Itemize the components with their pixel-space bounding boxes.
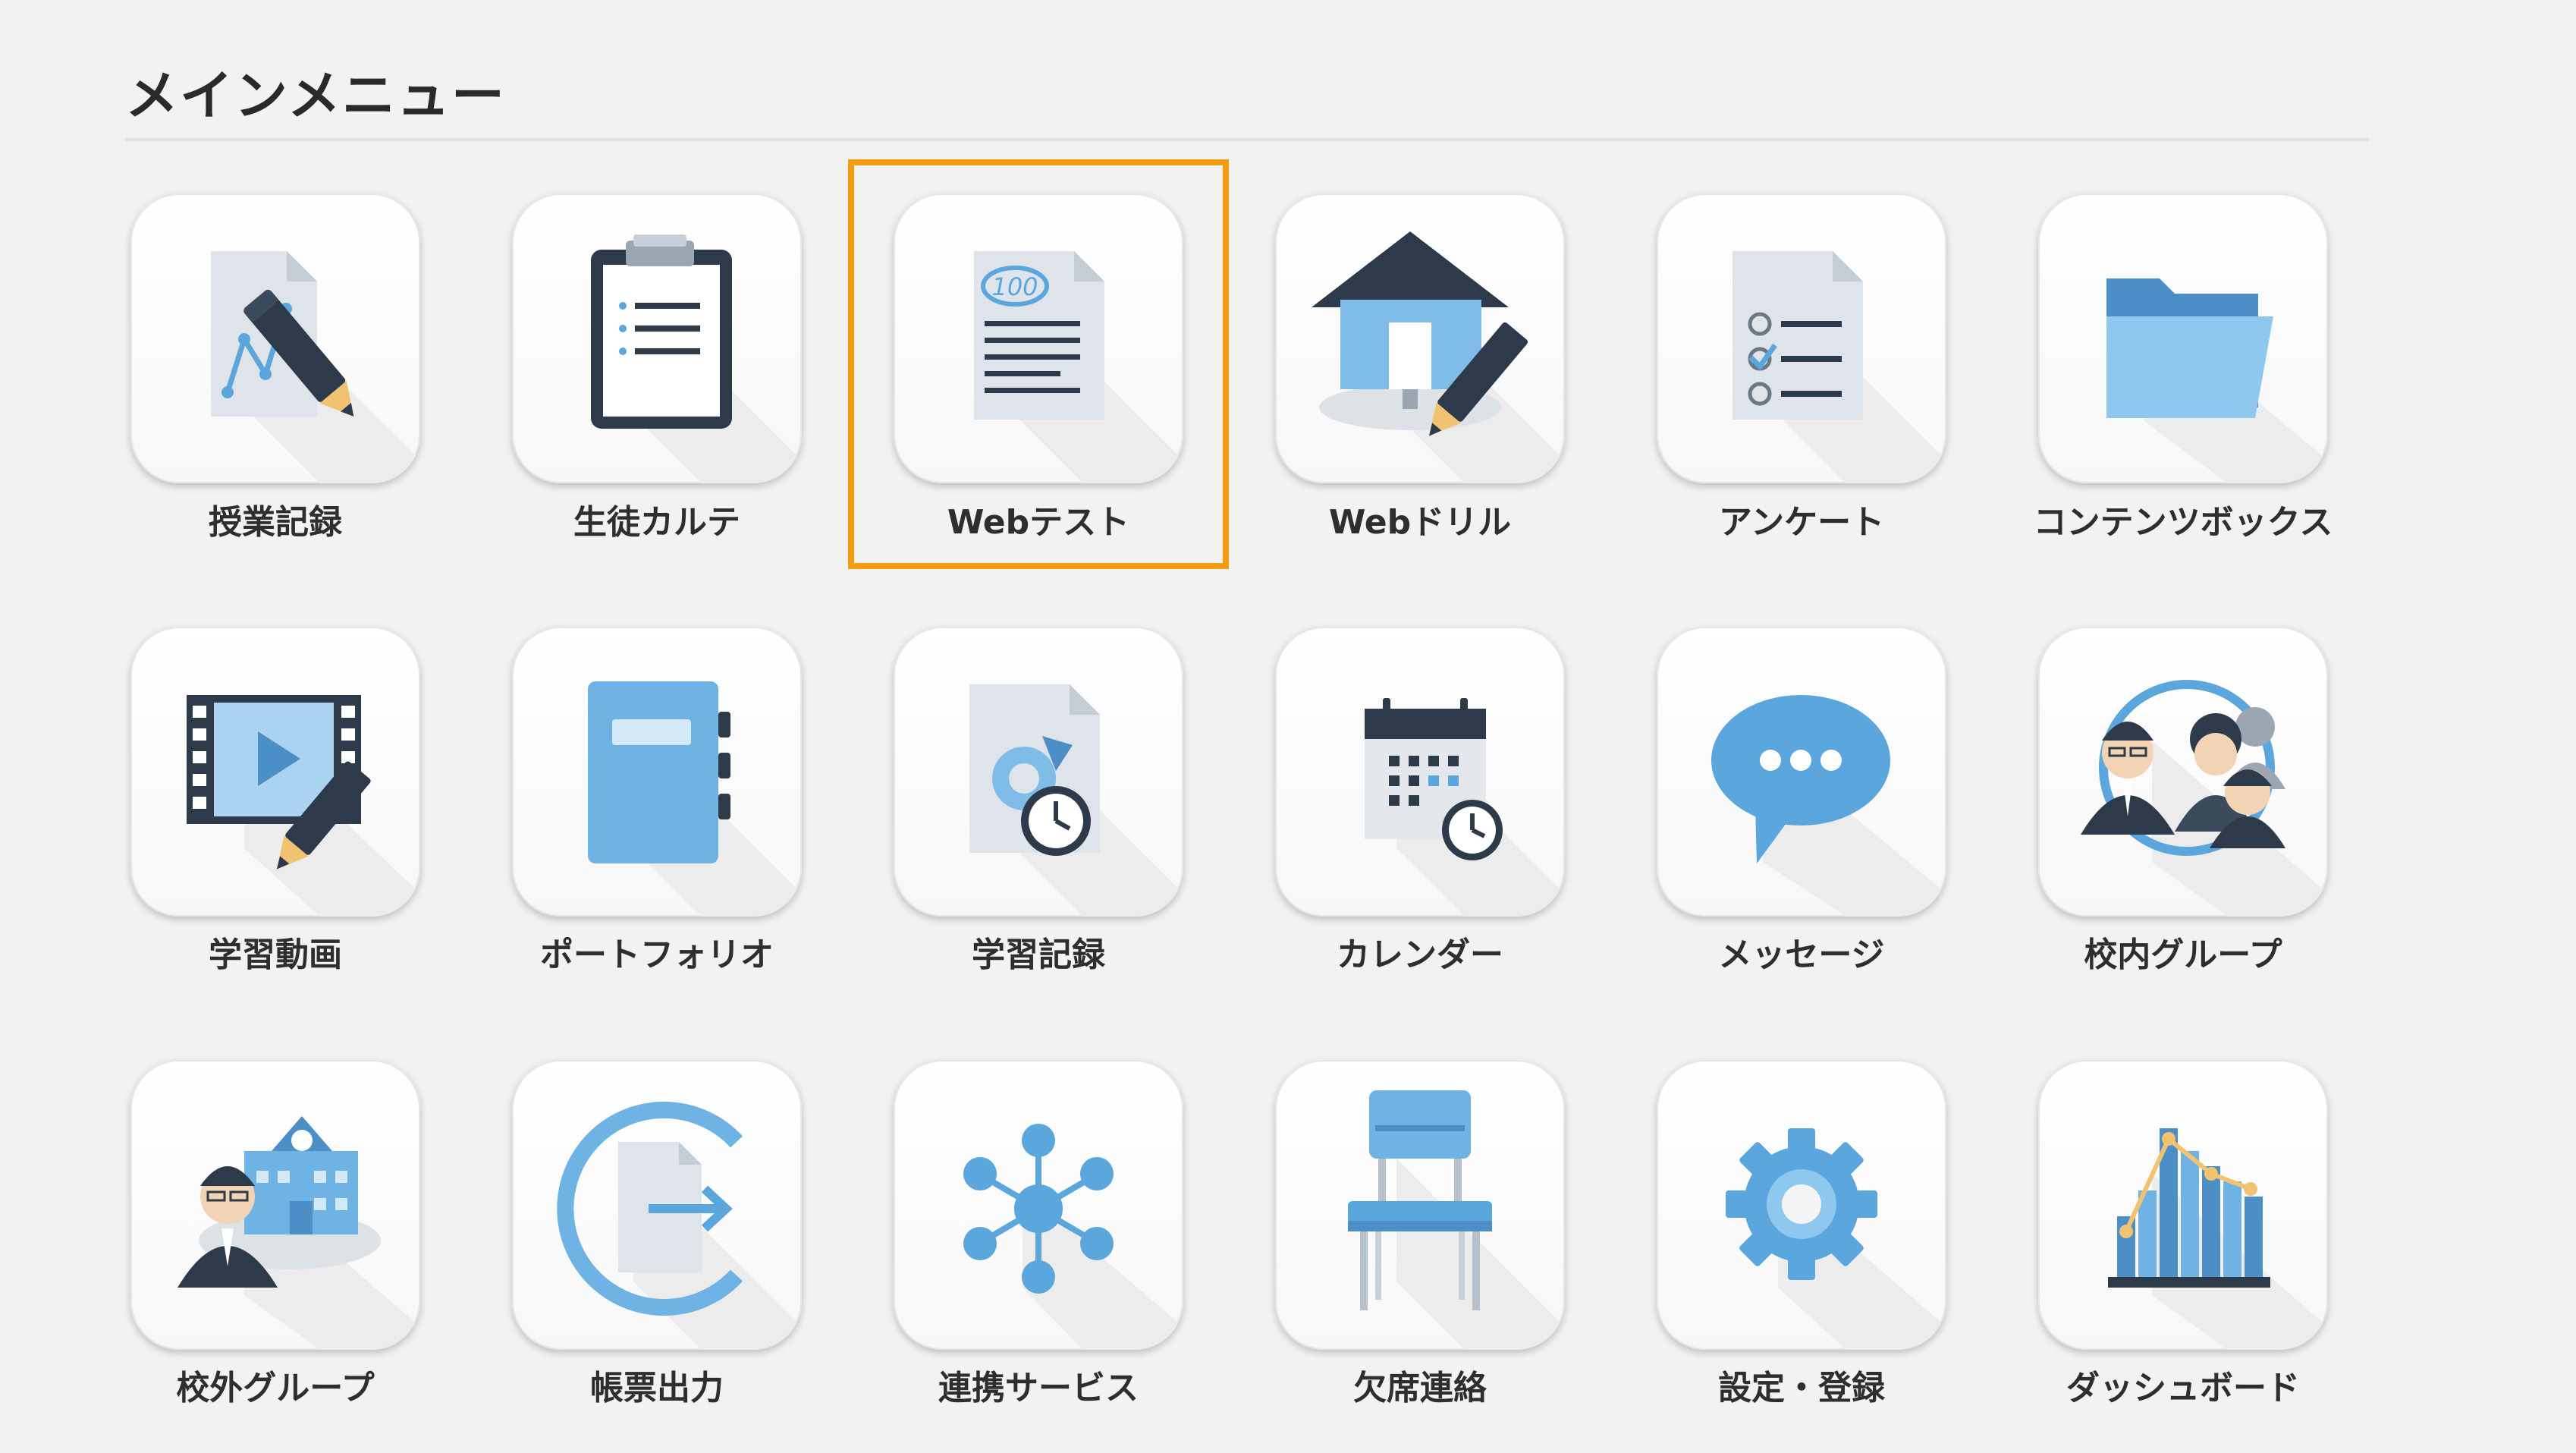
gear-icon <box>1726 1128 1946 1350</box>
title-divider <box>125 138 2369 141</box>
menu-label: 帳票出力 <box>590 1369 724 1407</box>
menu-tile-student-chart[interactable] <box>512 193 802 483</box>
menu-label: Webドリル <box>1328 503 1512 542</box>
menu-label: ダッシュボード <box>2066 1369 2300 1407</box>
svg-text:100: 100 <box>991 272 1038 301</box>
menu-tile-settings[interactable] <box>1657 1060 1946 1350</box>
school-person-icon <box>177 1116 420 1350</box>
menu-tile-internal-group[interactable] <box>2038 627 2328 917</box>
menu-tile-portfolio[interactable] <box>512 627 802 917</box>
menu-label: アンケート <box>1718 503 1885 542</box>
checklist-icon <box>1733 251 1946 483</box>
menu-label: 生徒カルテ <box>573 503 740 542</box>
menu-tile-content-box[interactable] <box>2038 193 2328 483</box>
menu-label: カレンダー <box>1337 936 1503 974</box>
network-icon <box>963 1124 1183 1350</box>
calendar-icon <box>1365 698 1565 917</box>
menu-tile-message[interactable] <box>1657 627 1946 917</box>
menu-tile-report-output[interactable] <box>512 1060 802 1350</box>
menu-label: 設定・登録 <box>1718 1369 1885 1407</box>
video-pencil-icon <box>187 695 420 917</box>
menu-tile-study-video[interactable] <box>130 627 420 917</box>
menu-label: 校外グループ <box>176 1369 375 1407</box>
test-sheet-icon: 100 <box>974 251 1183 483</box>
bar-chart-icon <box>2108 1128 2328 1350</box>
menu-tile-study-record[interactable] <box>894 627 1183 917</box>
menu-tile-dashboard[interactable] <box>2038 1060 2328 1350</box>
menu-label: メッセージ <box>1718 936 1885 974</box>
chair-icon <box>1348 1090 1565 1350</box>
menu-label: 授業記録 <box>209 503 342 542</box>
export-document-icon <box>557 1102 802 1350</box>
menu-label: ポートフォリオ <box>540 936 774 974</box>
menu-label: 学習動画 <box>209 936 342 974</box>
menu-tile-external-group[interactable] <box>130 1060 420 1350</box>
document-clock-icon <box>969 684 1183 917</box>
menu-label: 学習記録 <box>972 936 1105 974</box>
menu-tile-linked-services[interactable] <box>894 1060 1183 1350</box>
menu-label: コンテンツボックス <box>2033 503 2333 542</box>
people-group-icon <box>2081 680 2328 917</box>
menu-label: Webテスト <box>947 503 1130 542</box>
menu-label: 連携サービス <box>938 1369 1139 1407</box>
page-title: メインメニュー <box>125 64 506 127</box>
speech-bubble-icon <box>1711 695 1946 917</box>
menu-tile-web-drill[interactable] <box>1275 193 1565 483</box>
menu-tile-web-test[interactable]: 100 <box>894 193 1183 483</box>
menu-tile-absence-notice[interactable] <box>1275 1060 1565 1350</box>
folder-icon <box>2106 278 2328 483</box>
menu-label: 欠席連絡 <box>1353 1369 1487 1407</box>
lesson-record-icon <box>211 251 420 483</box>
menu-tile-survey[interactable] <box>1657 193 1946 483</box>
notebook-icon <box>588 681 802 917</box>
menu-tile-lesson-record[interactable] <box>130 193 420 483</box>
menu-label: 校内グループ <box>2084 936 2282 974</box>
menu-tile-calendar[interactable] <box>1275 627 1565 917</box>
main-menu-page: メインメニュー 授業記録 生徒カルテ 100 Webテスト Webドリル アンケ… <box>0 0 2576 1453</box>
clipboard-icon <box>591 234 802 483</box>
home-pencil-icon <box>1312 231 1565 483</box>
